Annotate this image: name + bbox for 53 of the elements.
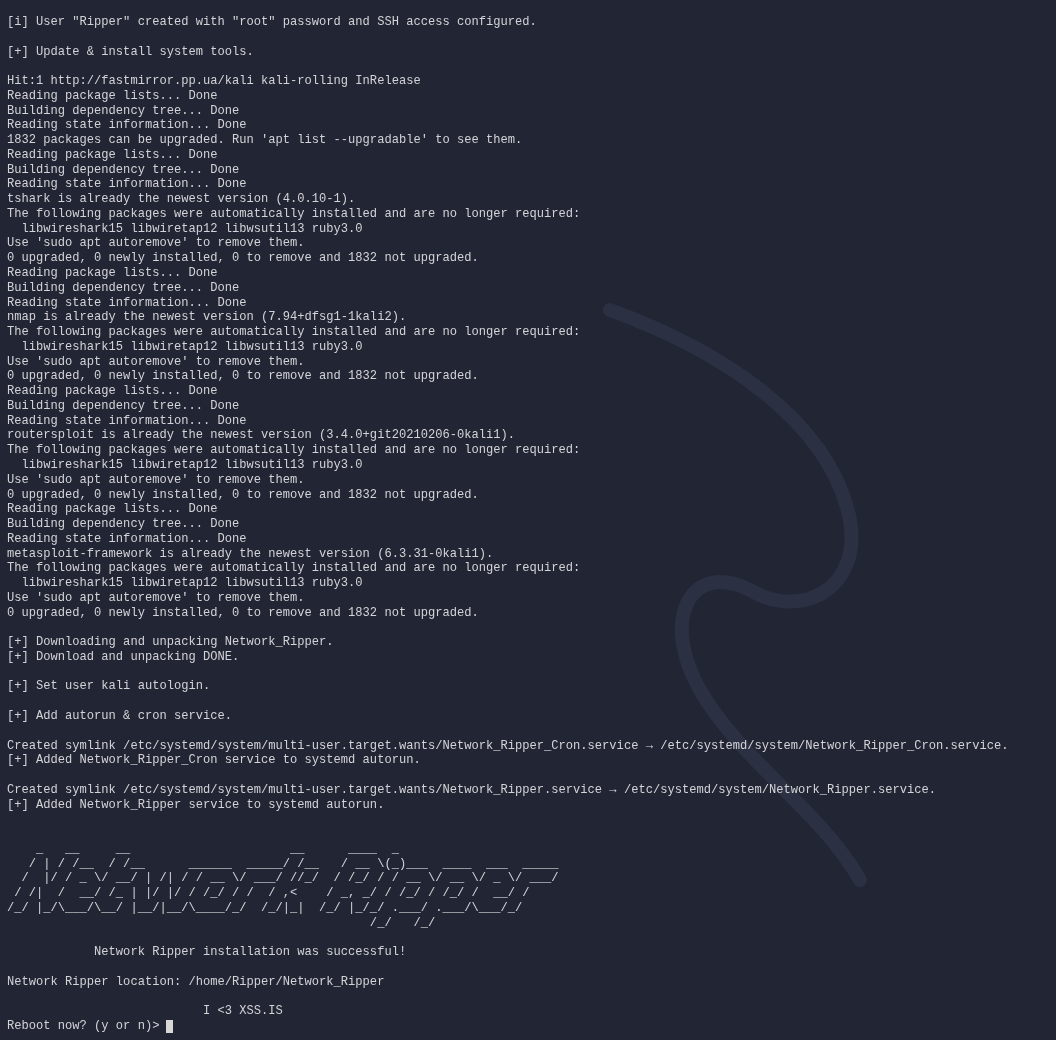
terminal-line: [+] Downloading and unpacking Network_Ripper. — [7, 635, 334, 650]
terminal-line: [+] Added Network_Ripper service to systemd autorun. — [7, 797, 385, 813]
terminal-line: Reading state information... Done — [7, 295, 247, 311]
terminal-line: Building dependency tree... Done — [7, 517, 240, 532]
terminal-line: 1832 packages can be upgraded. Run 'apt list --upgradable' to see them. — [7, 133, 523, 148]
terminal-line: Building dependency tree... Done — [7, 280, 240, 296]
terminal-line: Reading package lists... Done — [7, 502, 218, 518]
terminal-line: Reading package lists... Done — [7, 147, 218, 163]
terminal-line: Building dependency tree... Done — [7, 162, 240, 178]
terminal-line: Use 'sudo apt autoremove' to remove them. — [7, 354, 305, 370]
terminal-line: Reading package lists... Done — [7, 266, 218, 281]
terminal-line: Reading package lists... Done — [7, 88, 218, 104]
terminal-line: The following packages were automatically installed and are no longer required: — [7, 206, 581, 222]
terminal-line: Reading state information... Done — [7, 413, 247, 429]
terminal-line: libwireshark15 libwiretap12 libwsutil13 ruby3.0 — [20, 221, 363, 237]
terminal-line: [i] User "Ripper" created with "root" password and SSH access configured. — [7, 15, 537, 30]
terminal-line: Network Ripper location: /home/Ripper/Network_Ripper — [7, 974, 385, 990]
terminal-line: 0 upgraded, 0 newly installed, 0 to remove and 1832 not upgraded. — [7, 605, 479, 621]
terminal-line: metasploit-framework is already the newest version (6.3.31-0kali1). — [7, 546, 494, 562]
terminal-line: The following packages were automatically installed and are no longer required: — [7, 561, 581, 577]
terminal-line: Created symlink /etc/systemd/system/multi-user.target.wants/Network_Ripper_Cron.service → /etc/systemd/system/Network_Ripper_Cron.service. — [7, 738, 1009, 754]
terminal-line: nmap is already the newest version (7.94+dfsg1-1kali2). — [7, 310, 407, 326]
terminal-line: 0 upgraded, 0 newly installed, 0 to remove and 1832 not upgraded. — [7, 251, 479, 266]
terminal-line: tshark is already the newest version (4.0.10-1). — [7, 192, 356, 207]
terminal-line: Use 'sudo apt autoremove' to remove them. — [7, 236, 305, 252]
terminal-line: Reading state information... Done — [7, 531, 247, 547]
terminal-line: Created symlink /etc/systemd/system/multi-user.target.wants/Network_Ripper.service → /etc/systemd/system/Network_Ripper.service. — [7, 782, 936, 798]
terminal-line: [+] Added Network_Ripper_Cron service to systemd autorun. — [7, 753, 421, 769]
terminal-line: Building dependency tree... Done — [7, 398, 240, 414]
terminal-line: Reading package lists... Done — [7, 384, 218, 399]
terminal-line: Network Ripper installation was successful! — [93, 945, 407, 961]
terminal-line: Reading state information... Done — [7, 177, 247, 193]
ascii-art-text: _ __ __ __ ____ _ / | / /__ / /__ ______ _____/ /__ / __ \(_)___ ____ ___ _____ / |/ / _ \/ __/ | /| / / __ \/ ___/ //_/ / /_/ / / __ \/ __ \/ _ \/ ___/ / /| / __/ /_ | |/ |/ / /_/ / / / ,< / _, _/ / /_/ / /_/ / __/ / /_/ |_/\___/\__/ |__/|__/\____/_/ /_/|_| /_/ |_/_/ .___/ .___/\___/_/ /_/ /_/ — [7, 841, 559, 931]
terminal-line: Use 'sudo apt autoremove' to remove them. — [7, 472, 305, 488]
terminal-line: libwireshark15 libwiretap12 libwsutil13 ruby3.0 — [20, 576, 363, 591]
terminal-line: Use 'sudo apt autoremove' to remove them. — [7, 590, 305, 606]
terminal-line: The following packages were automatically installed and are no longer required: — [7, 443, 581, 458]
terminal-line: libwireshark15 libwiretap12 libwsutil13 ruby3.0 — [20, 339, 363, 355]
terminal-line: 0 upgraded, 0 newly installed, 0 to remove and 1832 not upgraded. — [7, 487, 479, 503]
terminal-line: routersploit is already the newest version (3.4.0+git20210206-0kali1). — [7, 428, 516, 444]
text-cursor — [166, 1020, 174, 1034]
terminal-line: libwireshark15 libwiretap12 libwsutil13 ruby3.0 — [20, 457, 363, 473]
terminal-line: [+] Update & install system tools. — [7, 44, 254, 60]
terminal-line: Building dependency tree... Done — [7, 103, 240, 119]
terminal-line: [+] Set user kali autologin. — [7, 679, 211, 695]
terminal-line: Reading state information... Done — [7, 118, 247, 134]
terminal-line: I <3 XSS.IS — [201, 1004, 283, 1020]
terminal-line: Hit:1 http://fastmirror.pp.ua/kali kali-rolling InRelease — [7, 74, 421, 89]
terminal-line: [+] Download and unpacking DONE. — [7, 649, 240, 665]
prompt-text: Reboot now? (y or n)> — [7, 1019, 160, 1034]
terminal-line: 0 upgraded, 0 newly installed, 0 to remove and 1832 not upgraded. — [7, 369, 479, 385]
terminal-line: The following packages were automatically installed and are no longer required: — [7, 325, 581, 340]
terminal-line: [+] Add autorun & cron service. — [7, 709, 232, 724]
